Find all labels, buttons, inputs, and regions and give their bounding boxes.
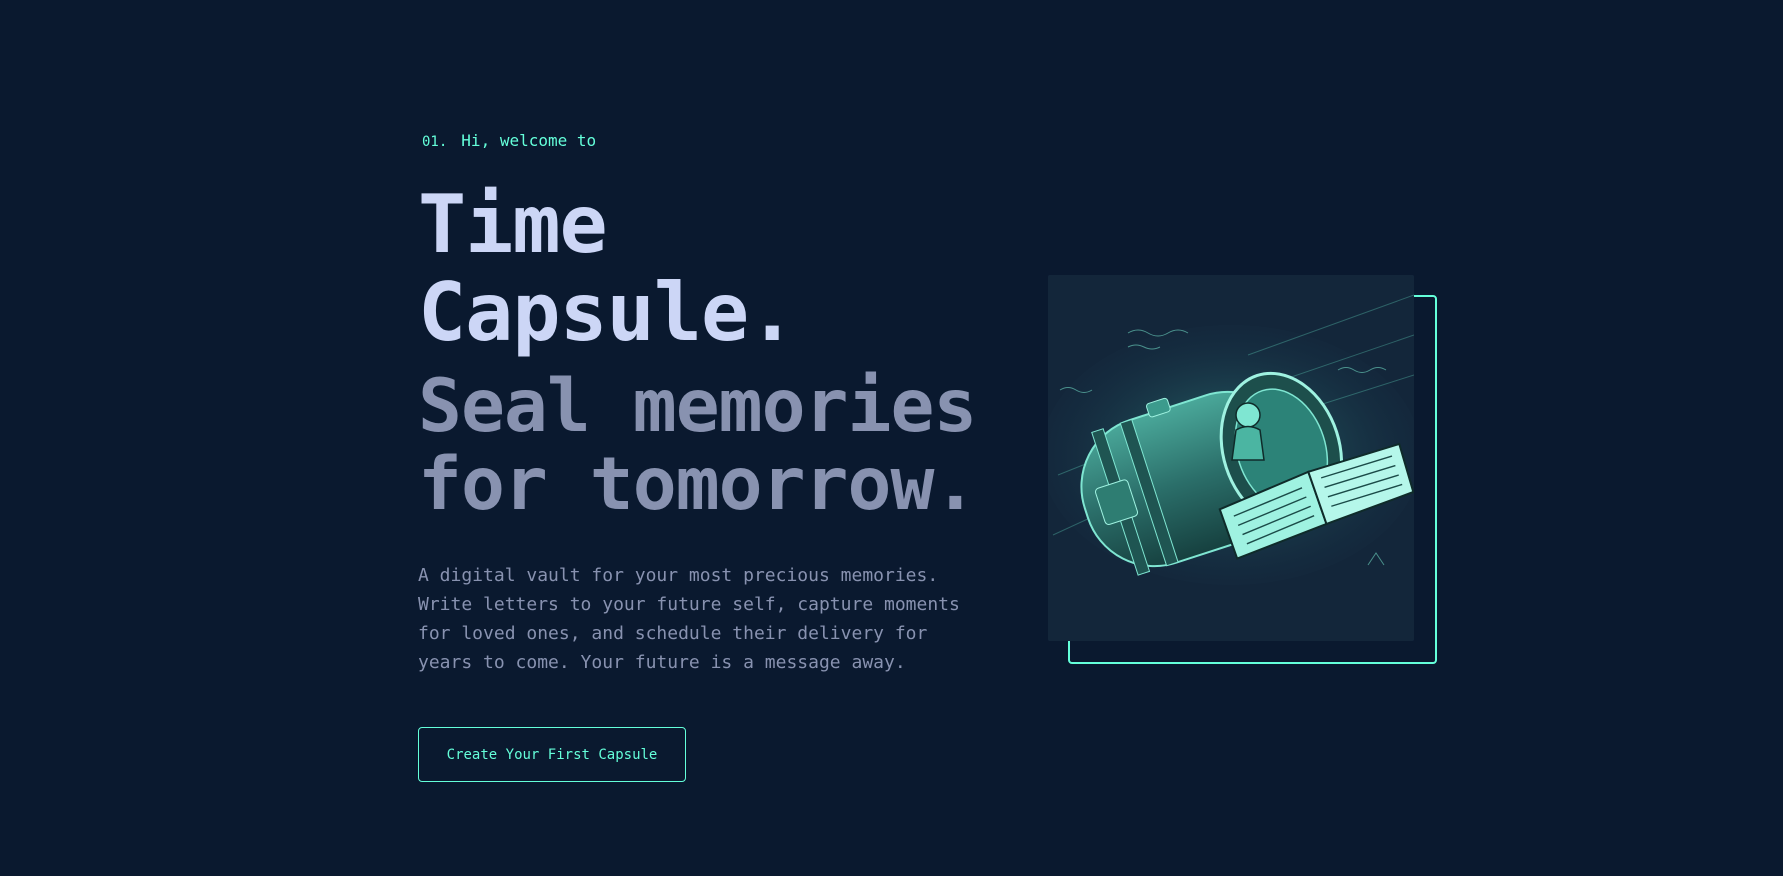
subtitle-line-1: Seal memories — [418, 364, 977, 449]
description-line: Write letters to your future self, captu… — [418, 594, 960, 615]
time-capsule-drawing — [1048, 275, 1414, 641]
description-line: A digital vault for your most precious m… — [418, 565, 939, 586]
description-line: for loved ones, and schedule their deliv… — [418, 623, 928, 644]
description-line: years to come. Your future is a message … — [418, 652, 906, 673]
section-number: 01. — [422, 134, 448, 150]
subtitle-line-2: for tomorrow. — [418, 442, 977, 527]
page-title: Time Capsule. — [418, 178, 796, 359]
title-line-1: Time — [418, 178, 608, 271]
create-capsule-button[interactable]: Create Your First Capsule — [418, 727, 686, 782]
hero-description: A digital vault for your most precious m… — [418, 561, 978, 677]
title-line-2: Capsule. — [418, 266, 796, 359]
greeting-text: Hi, welcome to — [461, 131, 597, 150]
time-capsule-illustration — [1048, 275, 1414, 641]
page-subtitle: Seal memories for tomorrow. — [418, 368, 977, 527]
hero-eyebrow: 01. Hi, welcome to — [422, 131, 596, 150]
